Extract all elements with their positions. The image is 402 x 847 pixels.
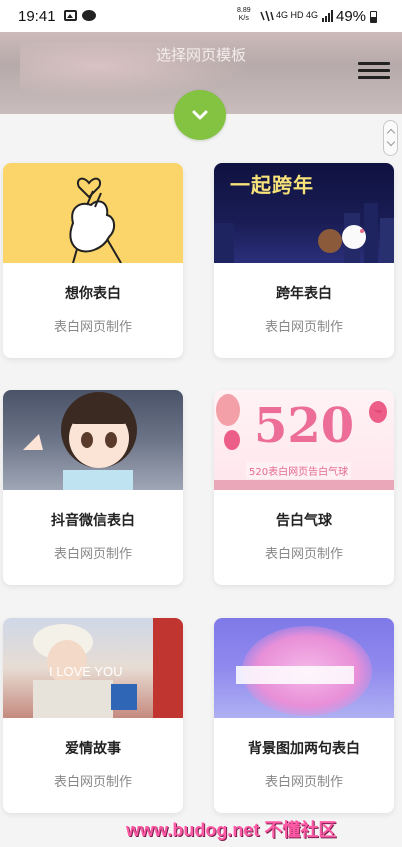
image-notification-icon <box>64 10 77 21</box>
battery-percent: 49% <box>336 8 367 25</box>
battery-icon <box>370 11 377 23</box>
anime-girl-illustration <box>23 392 137 490</box>
template-subtitle: 表白网页制作 <box>264 320 343 335</box>
template-title: 爱情故事 <box>65 741 121 757</box>
template-card[interactable]: 520 520表白网页告白气球 告白气球 表白网页制作 <box>214 390 394 585</box>
network-type-label: 4G HD 4G <box>276 10 319 20</box>
network-speed: 8.89 K/s <box>237 7 251 23</box>
template-card[interactable]: 想你表白 表白网页制作 <box>3 163 183 358</box>
signal-icon <box>322 10 333 22</box>
template-card[interactable]: 一起跨年 跨年表白 表白网页制作 <box>214 163 394 358</box>
template-title: 抖音微信表白 <box>51 513 135 529</box>
template-subtitle: 表白网页制作 <box>53 547 132 562</box>
finger-heart-hand-icon <box>69 177 122 263</box>
network-speed-unit: K/s <box>238 15 249 22</box>
thumbnail-headline: 520 <box>254 398 355 454</box>
city-night-illustration <box>214 203 394 263</box>
page-title: 选择网页模板 <box>155 46 246 64</box>
hamburger-menu-icon[interactable] <box>358 62 390 82</box>
clock: 19:41 <box>18 8 56 25</box>
template-card[interactable]: 背景图加两句表白 表白网页制作 <box>214 618 394 813</box>
template-card[interactable]: I LOVE YOU 爱情故事 表白网页制作 <box>3 618 183 813</box>
template-thumbnail <box>3 390 183 490</box>
expand-toggle-button[interactable] <box>174 90 226 140</box>
scroll-handle[interactable] <box>383 120 398 156</box>
template-subtitle: 表白网页制作 <box>264 547 343 562</box>
template-title: 想你表白 <box>65 286 121 302</box>
status-bar: 19:41 8.89 K/s 4G HD 4G 49% <box>0 0 402 32</box>
template-subtitle: 表白网页制作 <box>53 775 132 790</box>
template-thumbnail: 520 520表白网页告白气球 <box>214 390 394 490</box>
message-notification-icon <box>82 10 96 21</box>
template-card[interactable]: 抖音微信表白 表白网页制作 <box>3 390 183 585</box>
template-thumbnail: I LOVE YOU <box>3 618 183 718</box>
thumbnail-headline: I LOVE YOU <box>49 664 123 679</box>
chevron-down-icon <box>192 110 208 120</box>
template-thumbnail: 一起跨年 <box>214 163 394 263</box>
thumbnail-caption: 520表白网页告白气球 <box>246 462 352 479</box>
network-speed-value: 8.89 <box>237 7 251 14</box>
template-title: 跨年表白 <box>276 286 332 302</box>
thumbnail-note-box <box>236 666 354 684</box>
template-thumbnail <box>3 163 183 263</box>
template-subtitle: 表白网页制作 <box>53 320 132 335</box>
vibrate-icon <box>260 10 274 22</box>
template-subtitle: 表白网页制作 <box>264 775 343 790</box>
site-watermark: www.budog.net 不懂社区 <box>126 820 337 840</box>
template-title: 背景图加两句表白 <box>248 741 360 757</box>
template-thumbnail <box>214 618 394 718</box>
template-title: 告白气球 <box>276 513 332 529</box>
